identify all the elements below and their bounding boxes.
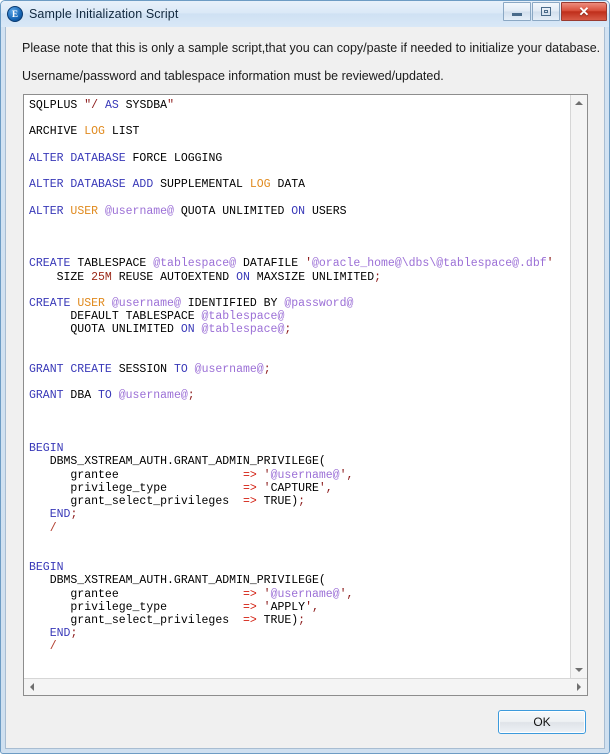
script-code: SQLPLUS "/ AS SYSDBA" ARCHIVE LOG LIST A… [29,99,554,654]
notes-section: Please note that this is only a sample s… [6,27,604,94]
horizontal-scroll-track[interactable] [40,679,571,695]
script-viewer-row: SQLPLUS "/ AS SYSDBA" ARCHIVE LOG LIST A… [24,95,587,678]
note-line-2: Username/password and tablespace informa… [22,69,444,83]
minimize-button[interactable] [503,2,531,21]
dialog-body: Please note that this is only a sample s… [5,27,605,749]
app-icon-glyph: E [11,8,18,19]
minimize-icon [512,13,522,16]
vertical-scroll-track[interactable] [571,111,587,662]
title-bar[interactable]: E Sample Initialization Script ✕ [1,1,609,27]
sample-initialization-script-dialog: E Sample Initialization Script ✕ Please … [0,0,610,754]
scroll-left-button[interactable] [24,679,40,695]
chevron-down-icon [575,668,583,672]
window-title: Sample Initialization Script [29,7,179,21]
note-line-1: Please note that this is only a sample s… [22,41,601,55]
note-spacer [22,56,588,69]
close-icon: ✕ [578,4,590,19]
restore-icon [541,7,551,16]
ok-button[interactable]: OK [498,710,586,734]
window-controls: ✕ [502,2,607,21]
close-button[interactable]: ✕ [561,2,607,21]
script-text-area[interactable]: SQLPLUS "/ AS SYSDBA" ARCHIVE LOG LIST A… [24,95,570,678]
scroll-down-button[interactable] [571,662,587,678]
vertical-scrollbar[interactable] [570,95,587,678]
scroll-right-button[interactable] [571,679,587,695]
chevron-right-icon [577,683,581,691]
script-viewer: SQLPLUS "/ AS SYSDBA" ARCHIVE LOG LIST A… [23,94,588,696]
chevron-up-icon [575,101,583,105]
oracle-circle-icon: E [7,6,23,22]
horizontal-scrollbar[interactable] [24,678,587,695]
scroll-up-button[interactable] [571,95,587,111]
dialog-footer: OK [6,696,604,748]
maximize-restore-button[interactable] [532,2,560,21]
chevron-left-icon [30,683,34,691]
